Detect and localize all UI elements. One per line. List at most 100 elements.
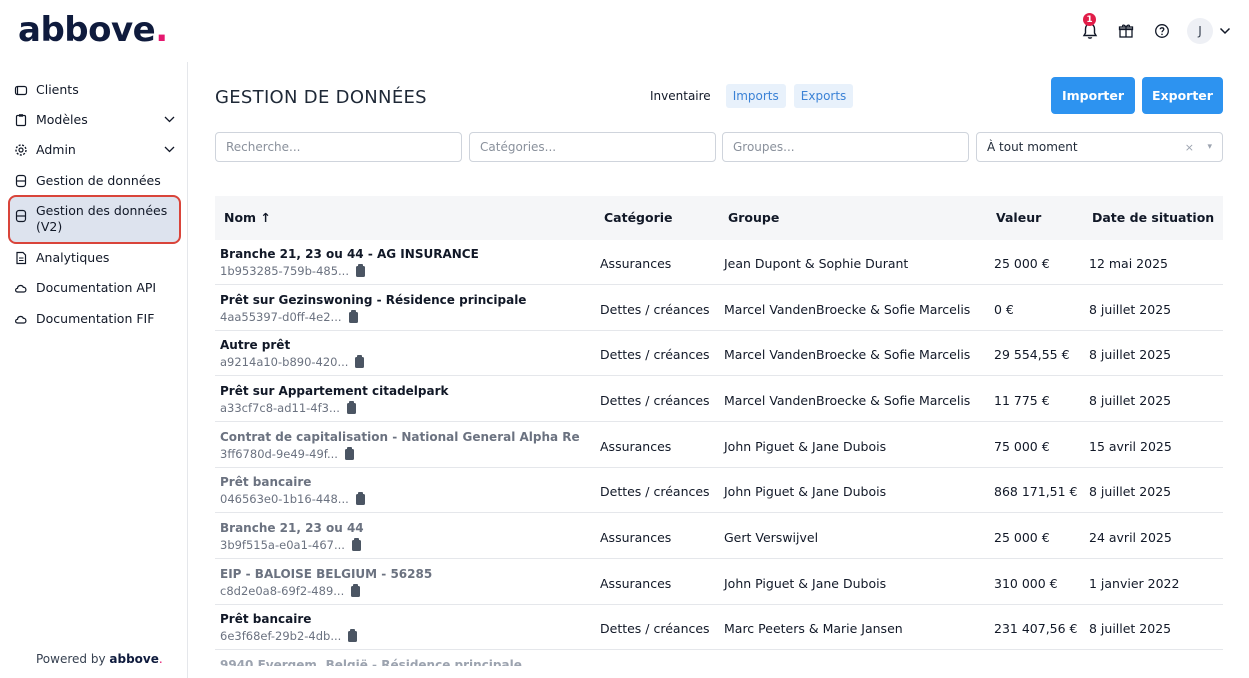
row-id-text: a9214a10-b890-420... — [220, 355, 349, 369]
partial-row-name: 9940 Evergem, België - Résidence princip… — [220, 658, 522, 666]
chevron-down-icon — [164, 116, 175, 123]
row-category: Assurances — [600, 256, 672, 271]
logo-dot: . — [155, 10, 168, 50]
categories-select[interactable]: Catégories... — [469, 132, 716, 162]
table-row[interactable]: EIP - BALOISE BELGIUM - 56285 c8d2e0a8-6… — [215, 560, 1223, 605]
row-id: 3b9f515a-e0a1-467... — [220, 537, 361, 552]
table-row[interactable]: Autre prêt a9214a10-b890-420... Dettes /… — [215, 331, 1223, 376]
search-input[interactable]: Recherche... — [215, 132, 462, 162]
sidebar-item-modeles[interactable]: Modèles — [14, 112, 179, 127]
row-value: 25 000 € — [994, 530, 1050, 545]
powered-by: Powered by abbove. — [36, 652, 163, 666]
chevron-down-icon[interactable] — [1219, 27, 1231, 35]
export-button[interactable]: Exporter — [1142, 77, 1223, 114]
copy-icon[interactable] — [346, 400, 356, 414]
row-value: 75 000 € — [994, 439, 1050, 454]
column-header-categorie[interactable]: Catégorie — [604, 210, 673, 225]
copy-icon[interactable] — [348, 628, 358, 642]
clipboard-icon — [15, 113, 27, 126]
sidebar-item-gestion-donnees-v2[interactable]: Gestion des données (V2) — [14, 203, 179, 235]
copy-icon[interactable] — [355, 354, 365, 368]
row-id: 6e3f68ef-29b2-4db... — [220, 628, 358, 643]
groups-select[interactable]: Groupes... — [722, 132, 969, 162]
row-name: Contrat de capitalisation - National Gen… — [220, 430, 580, 444]
row-name: Prêt sur Gezinswoning - Résidence princi… — [220, 293, 527, 307]
column-header-nom[interactable]: Nom ↑ — [224, 210, 271, 225]
clear-icon[interactable]: × — [1185, 141, 1194, 154]
column-header-valeur[interactable]: Valeur — [996, 210, 1041, 225]
header-actions: 1 J — [1079, 13, 1231, 44]
gift-button[interactable] — [1115, 20, 1137, 42]
view-tabs: Inventaire Imports Exports — [643, 84, 854, 108]
database-icon — [15, 174, 27, 187]
row-value: 0 € — [994, 302, 1014, 317]
copy-icon[interactable] — [351, 537, 361, 551]
table-row[interactable]: Branche 21, 23 ou 44 - AG INSURANCE 1b95… — [215, 240, 1223, 285]
row-id-text: 046563e0-1b16-448... — [220, 492, 349, 506]
tab-imports[interactable]: Imports — [725, 84, 786, 108]
sidebar-item-label-suffix: (V2) — [36, 219, 63, 234]
table-row[interactable]: Prêt bancaire 046563e0-1b16-448... Dette… — [215, 468, 1223, 513]
sidebar-item-documentation-api[interactable]: Documentation API — [14, 280, 179, 295]
row-date: 24 avril 2025 — [1089, 530, 1172, 545]
logo[interactable]: abbove. — [18, 10, 168, 50]
row-id-text: 3ff6780d-9e49-49f... — [220, 447, 338, 461]
sidebar-item-admin[interactable]: Admin — [14, 142, 179, 157]
help-button[interactable] — [1151, 20, 1173, 42]
sidebar-item-documentation-fif[interactable]: Documentation FIF — [14, 311, 179, 326]
row-category: Dettes / créances — [600, 621, 710, 636]
page-title: GESTION DE DONNÉES — [215, 87, 427, 108]
row-category: Assurances — [600, 439, 672, 454]
row-name: EIP - BALOISE BELGIUM - 56285 — [220, 567, 433, 581]
copy-icon[interactable] — [351, 583, 361, 597]
copy-icon[interactable] — [344, 446, 354, 460]
sidebar-item-label: Modèles — [36, 112, 88, 127]
table-row[interactable]: Branche 21, 23 ou 44 3b9f515a-e0a1-467..… — [215, 514, 1223, 559]
copy-icon[interactable] — [348, 309, 358, 323]
table-row[interactable]: Prêt sur Appartement citadelpark a33cf7c… — [215, 377, 1223, 422]
row-date: 8 juillet 2025 — [1089, 484, 1172, 499]
sidebar-item-label: Clients — [36, 82, 79, 97]
row-group: Jean Dupont & Sophie Durant — [724, 256, 909, 271]
table-header: Nom ↑ Catégorie Groupe Valeur Date de si… — [215, 196, 1223, 240]
row-id-text: 6e3f68ef-29b2-4db... — [220, 629, 342, 643]
copy-icon[interactable] — [355, 491, 365, 505]
row-id: 3ff6780d-9e49-49f... — [220, 446, 354, 461]
row-date: 8 juillet 2025 — [1089, 302, 1172, 317]
sidebar-item-analytiques[interactable]: Analytiques — [14, 250, 179, 265]
import-button[interactable]: Importer — [1051, 77, 1135, 114]
chevron-down-icon — [164, 146, 175, 153]
notifications-button[interactable]: 1 — [1079, 13, 1101, 42]
row-group: Marc Peeters & Marie Jansen — [724, 621, 903, 636]
row-value: 25 000 € — [994, 256, 1050, 271]
column-header-date[interactable]: Date de situation — [1092, 210, 1214, 225]
period-select[interactable]: À tout moment × ▾ — [976, 132, 1223, 162]
notification-badge: 1 — [1083, 13, 1096, 26]
gift-icon — [1118, 24, 1134, 38]
tab-inventaire[interactable]: Inventaire — [643, 84, 718, 108]
row-id-text: 1b953285-759b-485... — [220, 264, 349, 278]
powered-brand-dot: . — [158, 652, 163, 666]
table-row[interactable]: Prêt sur Gezinswoning - Résidence princi… — [215, 286, 1223, 331]
tab-exports[interactable]: Exports — [793, 84, 854, 108]
powered-brand: abbove — [109, 652, 159, 666]
sidebar-item-label: Gestion de données — [36, 173, 161, 188]
copy-icon[interactable] — [355, 263, 365, 277]
row-group: John Piguet & Jane Dubois — [724, 439, 887, 454]
sidebar-item-clients[interactable]: Clients — [14, 82, 179, 97]
row-date: 12 mai 2025 — [1089, 256, 1168, 271]
table-row[interactable]: Contrat de capitalisation - National Gen… — [215, 423, 1223, 468]
sidebar-item-label: Documentation API — [36, 280, 157, 295]
avatar[interactable]: J — [1187, 18, 1213, 44]
table-row[interactable]: Prêt bancaire 6e3f68ef-29b2-4db... Dette… — [215, 605, 1223, 650]
row-name: Branche 21, 23 ou 44 — [220, 521, 364, 535]
sidebar-item-label-group: Gestion des données (V2) — [36, 203, 167, 235]
sidebar-item-gestion-donnees[interactable]: Gestion de données — [14, 173, 179, 188]
period-select-value: À tout moment — [987, 140, 1078, 154]
column-header-groupe[interactable]: Groupe — [728, 210, 779, 225]
row-id: a33cf7c8-ad11-4f3... — [220, 400, 356, 415]
row-category: Dettes / créances — [600, 484, 710, 499]
caret-down-icon[interactable]: ▾ — [1207, 142, 1212, 152]
row-category: Dettes / créances — [600, 347, 710, 362]
row-id: a9214a10-b890-420... — [220, 354, 365, 369]
